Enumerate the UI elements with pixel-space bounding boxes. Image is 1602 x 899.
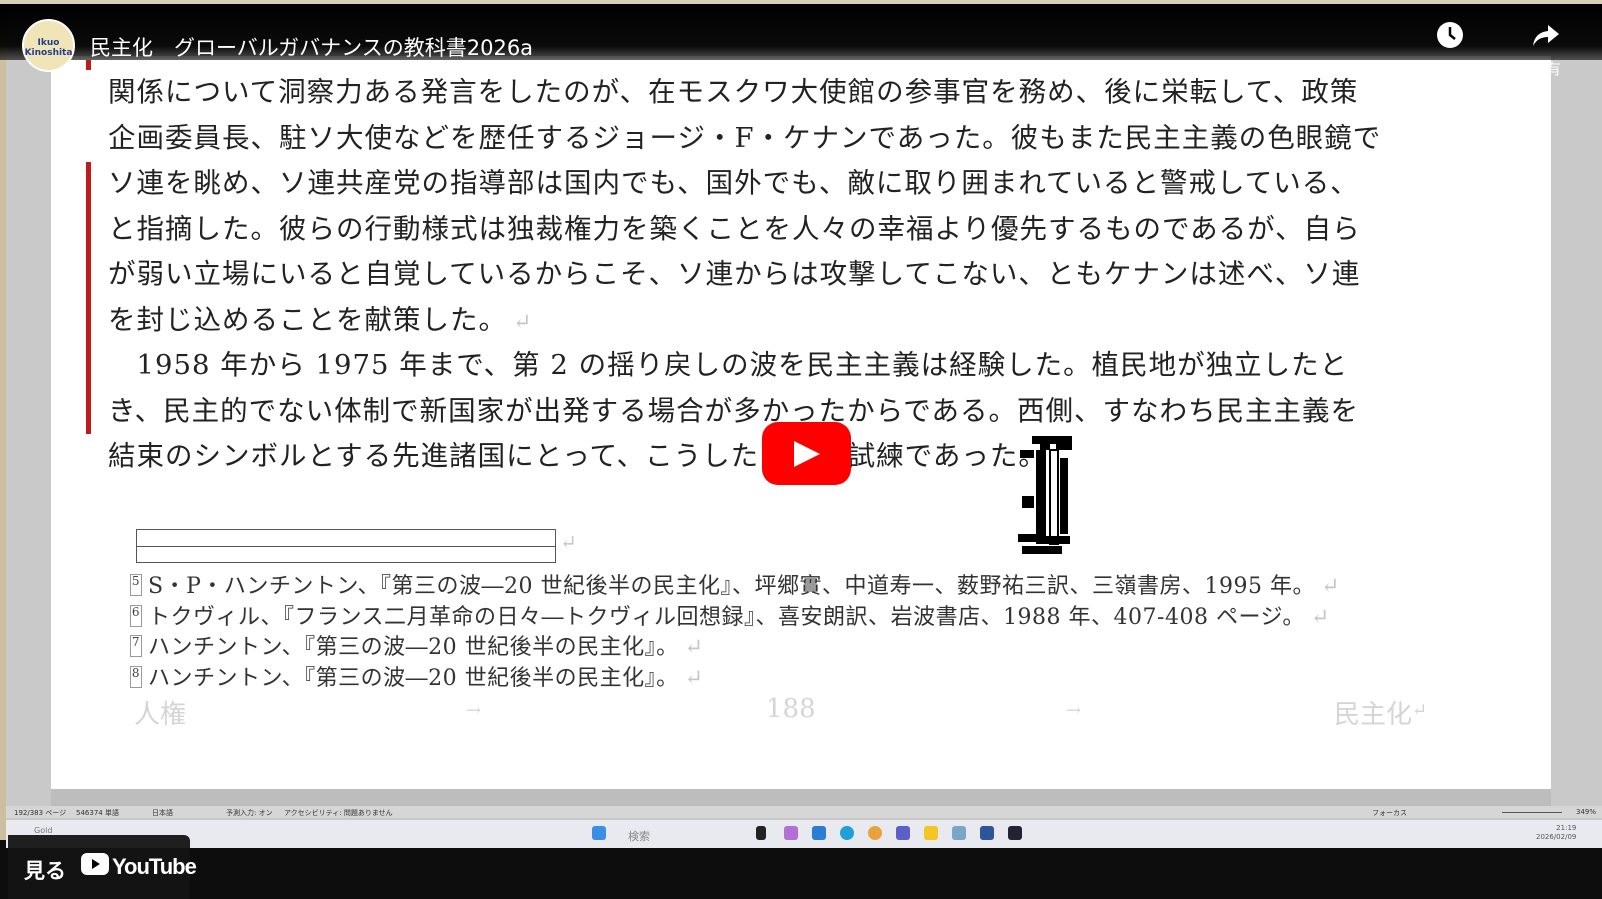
body-line: が弱い立場にいると自覚しているからこそ、ソ連からは攻撃してこない、ともケナンは述… [108, 258, 1361, 290]
settings-icon[interactable] [952, 826, 966, 840]
taskbar-gold-label: Gold [34, 826, 53, 835]
body-line: 結束のシンボルとする先進諸国にとって、こうした [108, 440, 760, 472]
windows-taskbar: Gold 検索 21:19 2026/02/09 [6, 820, 1602, 848]
footnote-item: 5 S・P・ハンチントン、『第三の波―20 世紀後半の民主化』、坪郷實、中道寿一、… [130, 572, 1340, 603]
zoom-slider[interactable] [1502, 812, 1562, 813]
left-strip [0, 4, 6, 840]
status-focus[interactable]: フォーカス [1372, 808, 1407, 818]
status-input[interactable]: 予測入力: オン [226, 808, 273, 818]
channel-avatar[interactable]: Ikuo Kinoshita [22, 19, 75, 72]
video-title[interactable]: 民主化 グローバルガバナンスの教科書2026a [90, 32, 533, 62]
footnote-text: S・P・ハンチントン、『第三の波―20 世紀後半の民主化』、坪郷實、中道寿一、薮… [148, 574, 1316, 599]
share-icon [1533, 25, 1559, 46]
status-words[interactable]: 546374 単語 [76, 808, 119, 818]
youtube-logo-icon [81, 853, 109, 875]
word-status-bar: 192/383 ページ 546374 単語 日本語 予測入力: オン アクセシビ… [6, 806, 1602, 818]
edge-icon[interactable] [840, 826, 854, 840]
app-icon[interactable] [756, 826, 766, 840]
footnotes[interactable]: 5 S・P・ハンチントン、『第三の波―20 世紀後半の民主化』、坪郷實、中道寿一、… [130, 572, 1340, 694]
app-icon[interactable] [812, 826, 826, 840]
start-icon[interactable] [592, 826, 606, 840]
footnote-text: ハンチントン、『第三の波―20 世紀後半の民主化』。 [148, 635, 679, 660]
footnote-number: 5 [130, 574, 142, 596]
watch-later-button[interactable]: 後で見る [1410, 20, 1490, 79]
change-bar [86, 162, 91, 434]
footer-arrow-1: → [466, 700, 482, 721]
footer-page-number: 188 [766, 694, 816, 724]
chrome-icon[interactable] [868, 826, 882, 840]
paragraph-mark: ↵ [560, 530, 577, 554]
paragraph-mark: ↵ [684, 635, 704, 660]
play-icon [794, 441, 820, 467]
body-line: と指摘した。彼らの行動様式は独裁権力を築くことを人々の幸福より優先するものである… [108, 212, 1361, 245]
body-line: 1958 年から 1975 年まで、第 2 の揺り戻しの波を民主主義は経験した。… [108, 349, 1349, 381]
app-icon[interactable] [784, 826, 798, 840]
app-icon[interactable] [1008, 826, 1022, 840]
footer-arrow-2: → [1066, 700, 1082, 721]
footer-right: 民主化 [1334, 700, 1413, 730]
paragraph-mark: ↵ [684, 665, 704, 691]
taskbar-clock[interactable]: 21:19 2026/02/09 [1536, 824, 1576, 842]
status-language[interactable]: 日本語 [152, 808, 173, 818]
body-line: ソ連を眺め、ソ連共産党の指導部は国内でも、国外でも、敵に取り囲まれていると警戒し… [108, 167, 1359, 199]
watch-on-youtube-button[interactable]: 見る YouTube [8, 835, 197, 899]
body-line: を封じ込めることを献策した。 [108, 303, 507, 336]
footnote-number: 6 [130, 604, 142, 627]
paragraph-mark: ↵ [1310, 604, 1330, 630]
status-zoom[interactable]: 349% [1576, 808, 1596, 816]
youtube-wordmark: YouTube [112, 854, 197, 879]
footnote-text: ハンチントン、『第三の波―20 世紀後半の民主化』。 [148, 665, 679, 691]
taskbar-search[interactable]: 検索 [628, 828, 650, 844]
share-button[interactable]: 共有 [1506, 20, 1586, 79]
text-cursor-icon [1018, 436, 1072, 554]
paragraph-mark: ↵ [513, 309, 533, 335]
footnote-text: トクヴィル、『フランス二月革命の日々―トクヴィル回想録』、喜安朗訳、岩波書店、1… [148, 604, 1305, 630]
status-pages[interactable]: 192/383 ページ [14, 808, 66, 818]
body-line: 企画委員長、駐ソ大使などを歴任するジョージ・F・ケナンであった。彼もまた民主主義… [108, 121, 1382, 154]
footnote-number: 7 [130, 635, 142, 657]
word-icon[interactable] [980, 826, 994, 840]
share-label: 共有 [1530, 60, 1561, 78]
body-line: 関係について洞察力ある発言をしたのが、在モスクワ大使館の参事官を務め、後に栄転し… [108, 76, 1359, 108]
explorer-icon[interactable] [924, 826, 938, 840]
watch-later-label: 後で見る [1419, 60, 1480, 78]
footer-left: 人権 [134, 700, 187, 730]
footnote-item: 6 トクヴィル、『フランス二月革命の日々―トクヴィル回想録』、喜安朗訳、岩波書店、… [130, 603, 1340, 634]
teams-icon[interactable] [896, 826, 910, 840]
document-body[interactable]: 関係について洞察力ある発言をしたのが、在モスクワ大使館の参事官を務め、後に栄転し… [108, 70, 1438, 480]
status-accessibility[interactable]: アクセシビリティ: 問題ありません [284, 808, 393, 818]
paragraph-mark: ↵ [1321, 574, 1340, 599]
footnote-item: 8 ハンチントン、『第三の波―20 世紀後半の民主化』。 ↵ [130, 664, 1340, 695]
clock-icon [1437, 22, 1463, 48]
footnote-separator-line [136, 546, 556, 547]
paragraph-mark: ↵ [1412, 700, 1428, 721]
clock-time: 21:19 [1556, 824, 1577, 832]
play-button[interactable] [762, 422, 851, 485]
watch-on-label: 見る [24, 859, 66, 883]
clock-date: 2026/02/09 [1536, 833, 1577, 841]
footnote-item: 7 ハンチントン、『第三の波―20 世紀後半の民主化』。 ↵ [130, 633, 1340, 664]
footnote-number: 8 [130, 665, 142, 688]
